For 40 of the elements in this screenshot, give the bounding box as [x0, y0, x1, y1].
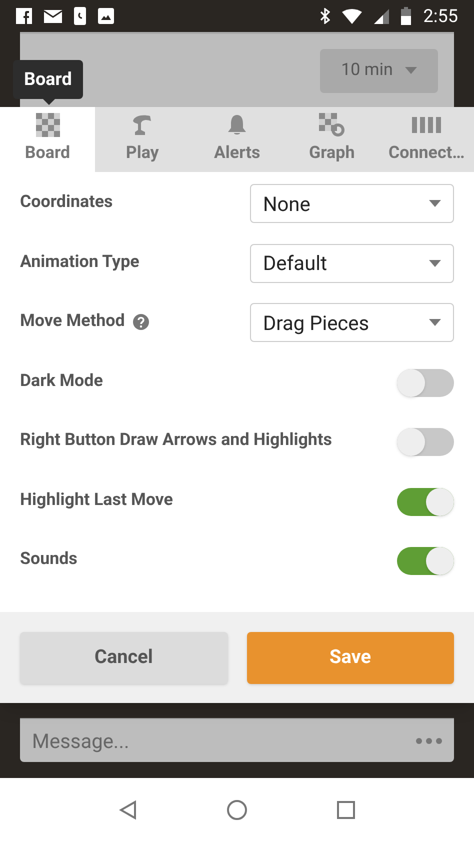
- select-field[interactable]: Default: [250, 244, 454, 282]
- facebook-icon: [16, 8, 32, 24]
- setting-label: Sounds: [20, 548, 78, 571]
- select-field[interactable]: Drag Pieces: [250, 303, 454, 342]
- caret-icon: [429, 260, 441, 266]
- status-time: 2:55: [423, 4, 458, 28]
- time-select[interactable]: 10 min: [320, 48, 438, 92]
- phone-moon-icon: [74, 7, 86, 25]
- toggle-switch[interactable]: [397, 428, 454, 456]
- caret-icon: [404, 67, 417, 74]
- setting-label: Animation Type: [20, 250, 140, 274]
- checkerboard-icon: [36, 112, 60, 137]
- image-icon: [98, 8, 114, 24]
- wifi-icon: [342, 8, 362, 24]
- caret-icon: [429, 200, 441, 207]
- setting-label: Move Method: [20, 310, 125, 333]
- toggle-switch[interactable]: [397, 547, 454, 575]
- back-icon[interactable]: [119, 800, 137, 820]
- setting-label: Dark Mode: [20, 370, 103, 392]
- save-button[interactable]: Save: [246, 632, 454, 684]
- toggle-switch[interactable]: [397, 488, 454, 516]
- message-field[interactable]: Message...: [20, 718, 454, 762]
- more-icon: [416, 738, 442, 744]
- bluetooth-icon: [320, 8, 330, 24]
- board-gear-icon: [318, 112, 345, 137]
- setting-label: Right Button Draw Arrows and Highlights: [20, 429, 332, 452]
- signal-icon: [374, 8, 390, 24]
- tab[interactable]: Board: [0, 107, 95, 172]
- battery-icon: [401, 7, 412, 25]
- home-icon[interactable]: [227, 800, 247, 820]
- cancel-button[interactable]: Cancel: [20, 632, 228, 684]
- mail-icon: [44, 10, 62, 22]
- bars-icon: [412, 116, 442, 133]
- select-field[interactable]: None: [250, 184, 454, 223]
- toggle-switch[interactable]: [397, 368, 454, 396]
- setting-label: Highlight Last Move: [20, 488, 173, 512]
- caret-icon: [429, 319, 441, 326]
- recents-icon[interactable]: [337, 801, 355, 819]
- setting-label: Coordinates: [20, 191, 113, 214]
- help-icon[interactable]: [132, 314, 149, 330]
